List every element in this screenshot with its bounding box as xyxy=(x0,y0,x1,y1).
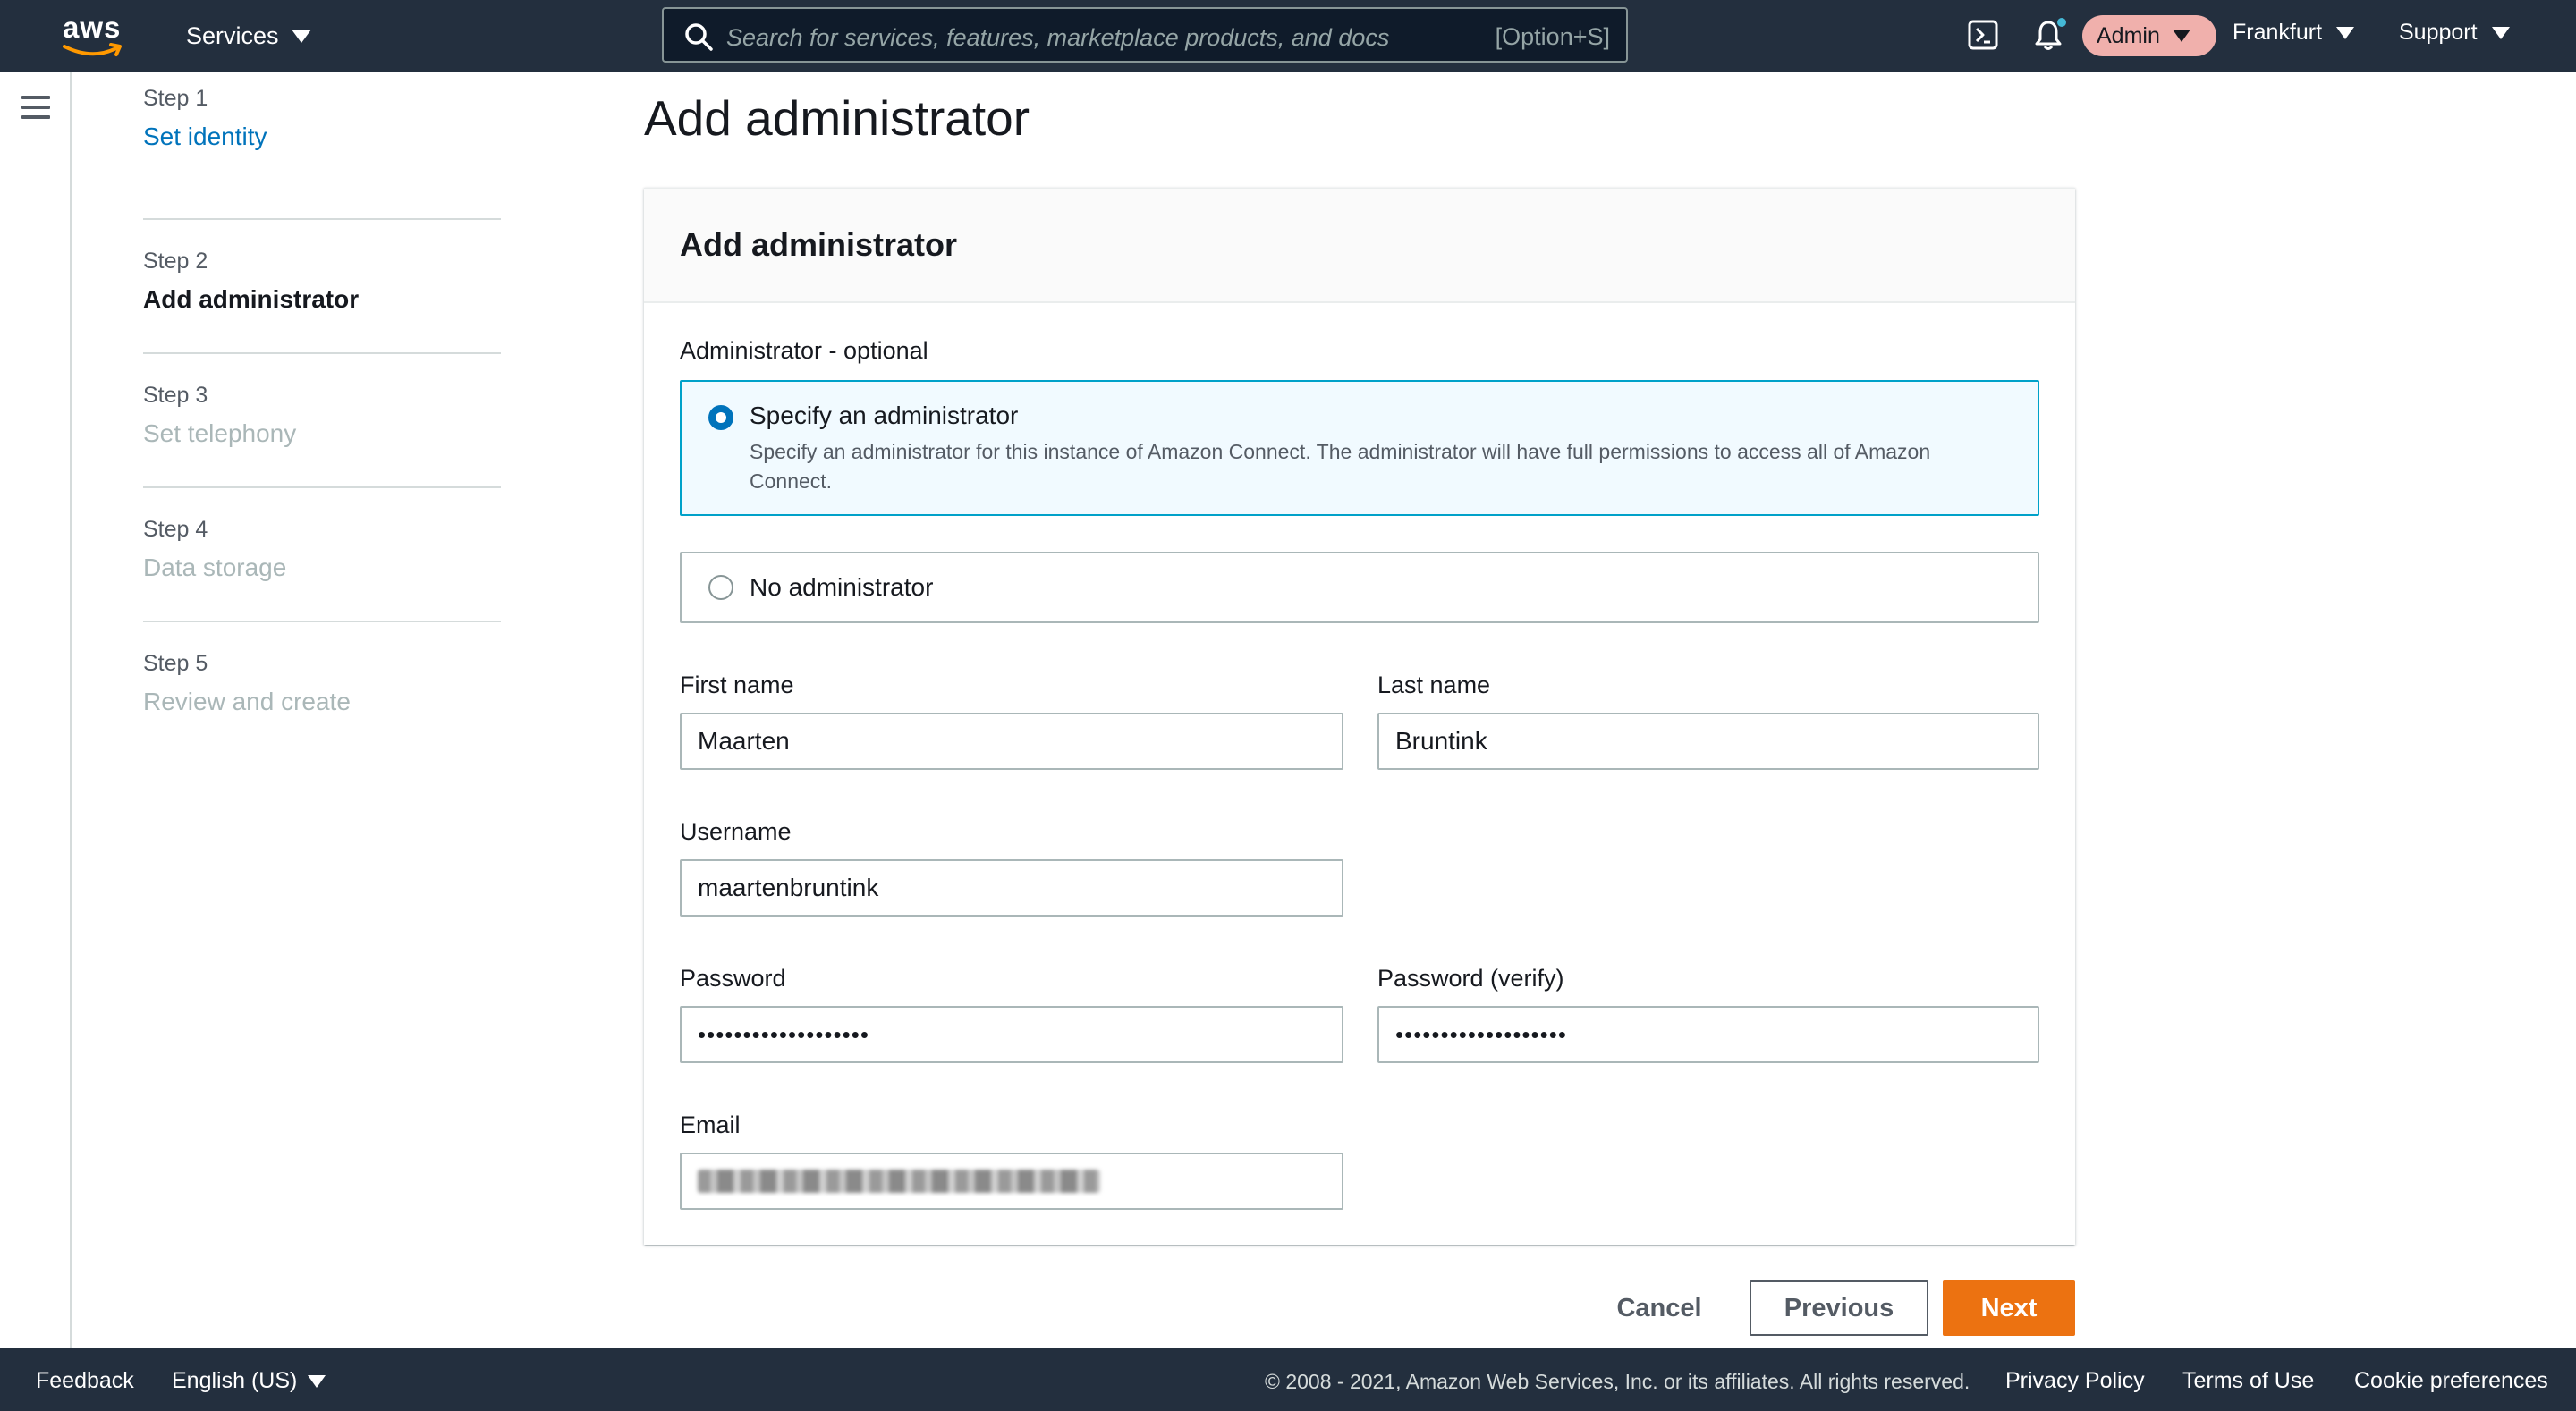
next-button[interactable]: Next xyxy=(1943,1280,2075,1336)
email-input[interactable] xyxy=(680,1153,1343,1210)
no-administrator-title: No administrator xyxy=(750,573,934,601)
caret-down-icon xyxy=(291,29,311,43)
username-label: Username xyxy=(680,818,792,845)
password-label: Password xyxy=(680,965,786,992)
last-name-input[interactable]: Bruntink xyxy=(1377,713,2039,770)
feedback-link[interactable]: Feedback xyxy=(36,1368,134,1394)
search-bar[interactable]: Search for services, features, marketpla… xyxy=(662,7,1628,63)
copyright-text: © 2008 - 2021, Amazon Web Services, Inc.… xyxy=(1265,1370,1970,1393)
region-selector[interactable]: Frankfurt xyxy=(2233,20,2355,46)
first-name-input[interactable]: Maarten xyxy=(680,713,1343,770)
username-input[interactable]: maartenbruntink xyxy=(680,859,1343,917)
container-header: Add administrator xyxy=(644,189,2075,303)
wizard-step-1: Step 1 Set identity xyxy=(143,86,501,220)
search-shortcut-hint: [Option+S] xyxy=(1495,23,1610,50)
language-selector[interactable]: English (US) xyxy=(172,1368,326,1394)
cloudshell-button[interactable] xyxy=(1968,20,1998,55)
terminal-icon xyxy=(1968,20,1998,50)
wizard-step-5: Step 5 Review and create xyxy=(143,622,501,756)
cookie-preferences-link[interactable]: Cookie preferences xyxy=(2354,1368,2548,1394)
caret-down-icon xyxy=(308,1375,326,1389)
previous-button[interactable]: Previous xyxy=(1750,1280,1928,1336)
region-label: Frankfurt xyxy=(2233,20,2323,45)
step-number: Step 4 xyxy=(143,517,208,542)
notifications-button[interactable] xyxy=(2032,18,2068,56)
step-link-set-identity[interactable]: Set identity xyxy=(143,123,501,151)
bell-icon xyxy=(2035,18,2066,50)
account-menu-button[interactable]: Admin xyxy=(2082,15,2216,56)
caret-down-icon xyxy=(2336,26,2355,39)
step-number: Step 1 xyxy=(143,86,208,111)
aws-logo[interactable]: aws xyxy=(63,13,134,61)
container-title: Add administrator xyxy=(680,226,958,263)
top-navigation: aws Services Search for services, featur… xyxy=(0,0,2576,72)
step-label-add-administrator: Add administrator xyxy=(143,285,360,313)
services-menu-button[interactable]: Services xyxy=(186,18,311,54)
administrator-group-label: Administrator - optional xyxy=(680,337,928,364)
search-icon xyxy=(685,23,713,51)
add-administrator-container: Add administrator Administrator - option… xyxy=(644,188,2075,1245)
password-input[interactable]: ••••••••••••••••••• xyxy=(680,1006,1343,1063)
step-label-review-and-create: Review and create xyxy=(143,688,351,715)
search-placeholder: Search for services, features, marketpla… xyxy=(726,24,1390,51)
specify-administrator-option[interactable]: Specify an administrator Specify an admi… xyxy=(680,380,2039,516)
redacted-email-value xyxy=(698,1170,1100,1193)
wizard-step-2: Step 2 Add administrator xyxy=(143,220,501,354)
wizard-step-4: Step 4 Data storage xyxy=(143,488,501,622)
first-name-label: First name xyxy=(680,672,794,698)
step-number: Step 2 xyxy=(143,249,208,274)
specify-administrator-description: Specify an administrator for this instan… xyxy=(750,440,1931,493)
privacy-policy-link[interactable]: Privacy Policy xyxy=(2005,1368,2145,1394)
password-verify-input[interactable]: ••••••••••••••••••• xyxy=(1377,1006,2039,1063)
aws-logo-text: aws xyxy=(63,11,122,44)
aws-smile-icon xyxy=(63,43,122,56)
terms-of-use-link[interactable]: Terms of Use xyxy=(2182,1368,2314,1394)
language-label: English (US) xyxy=(172,1368,298,1393)
notification-dot xyxy=(2057,18,2066,27)
specify-administrator-title: Specify an administrator xyxy=(750,401,1019,429)
step-label-set-telephony: Set telephony xyxy=(143,419,297,447)
no-administrator-radio[interactable] xyxy=(708,575,733,600)
caret-down-icon xyxy=(2491,26,2510,39)
menu-icon[interactable] xyxy=(21,96,50,121)
step-number: Step 3 xyxy=(143,383,208,408)
step-number: Step 5 xyxy=(143,651,208,676)
footer: Feedback English (US) © 2008 - 2021, Ama… xyxy=(0,1348,2576,1411)
page-title: Add administrator xyxy=(644,90,1030,146)
services-label: Services xyxy=(186,21,279,49)
account-label: Admin xyxy=(2097,22,2160,48)
side-navigation-strip xyxy=(0,72,72,1348)
wizard-step-3: Step 3 Set telephony xyxy=(143,354,501,488)
email-label: Email xyxy=(680,1111,741,1138)
support-menu-button[interactable]: Support xyxy=(2399,20,2510,46)
step-label-data-storage: Data storage xyxy=(143,553,287,581)
password-verify-label: Password (verify) xyxy=(1377,965,1564,992)
caret-down-icon xyxy=(2172,30,2190,42)
last-name-label: Last name xyxy=(1377,672,1491,698)
specify-administrator-radio[interactable] xyxy=(708,405,733,430)
cancel-button[interactable]: Cancel xyxy=(1601,1280,1717,1336)
support-label: Support xyxy=(2399,20,2478,45)
wizard-steps: Step 1 Set identity Step 2 Add administr… xyxy=(143,86,501,756)
no-administrator-option[interactable]: No administrator xyxy=(680,552,2039,623)
